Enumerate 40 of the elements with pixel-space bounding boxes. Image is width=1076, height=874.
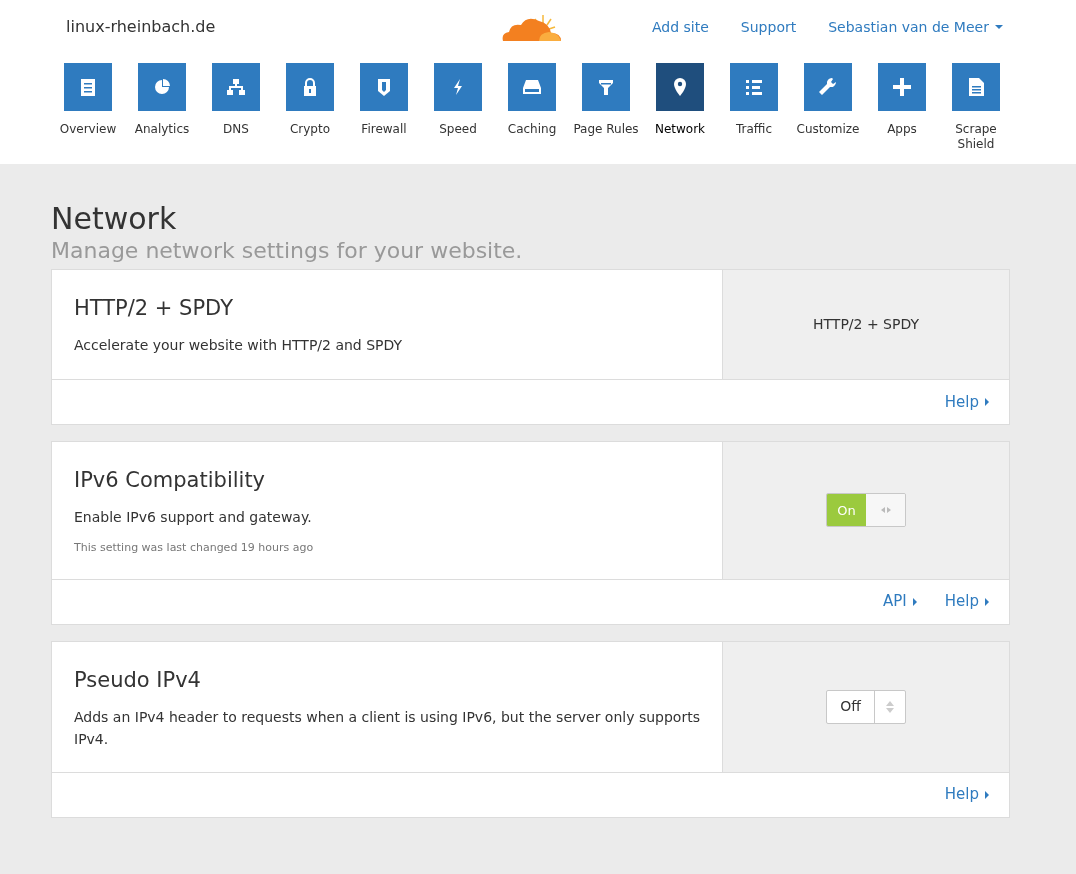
nav-tab[interactable]: Traffic xyxy=(717,63,791,152)
caret-right-icon xyxy=(912,597,917,606)
caret-right-icon xyxy=(985,790,989,799)
setting-value: HTTP/2 + SPDY xyxy=(813,315,919,334)
footer-link[interactable]: Help xyxy=(944,783,989,806)
card-title: Pseudo IPv4 xyxy=(74,666,202,694)
nav-tab[interactable]: Speed xyxy=(421,63,495,152)
handle-arrows-icon xyxy=(880,507,891,514)
footer-link[interactable]: Help xyxy=(944,590,989,613)
nav-tab[interactable]: Firewall xyxy=(347,63,421,152)
nav-tab[interactable]: Caching xyxy=(495,63,569,152)
plus-icon xyxy=(890,75,914,99)
header-link[interactable]: Support xyxy=(740,16,797,38)
caret-right-icon xyxy=(985,398,989,406)
card-description: Adds an IPv4 header to requests when a client is using IPv6, but the server only supports IPv4. xyxy=(74,707,700,749)
page-title: Network xyxy=(51,202,178,236)
footer-link[interactable]: Help xyxy=(944,390,989,414)
card-description: Accelerate your website with HTTP/2 and SPDY xyxy=(74,336,404,355)
sort-arrows-icon xyxy=(886,700,894,713)
nav-tab[interactable]: Crypto xyxy=(273,63,347,152)
nav-tab[interactable]: Customize xyxy=(791,63,865,152)
page-subtitle: Manage network settings for your website. xyxy=(51,237,524,265)
caret-icon xyxy=(994,25,1003,29)
caret-right-icon xyxy=(985,597,989,606)
nav-tab[interactable]: Overview xyxy=(51,63,125,152)
footer-link[interactable]: API xyxy=(883,590,917,613)
select-dropdown[interactable]: Off xyxy=(826,689,906,724)
nav-tab[interactable]: Scrape Shield xyxy=(939,63,1013,152)
header-link[interactable]: Add site xyxy=(652,16,709,38)
card-title: IPv6 Compatibility xyxy=(74,467,267,494)
user-menu[interactable]: Sebastian van de Meer xyxy=(828,16,1003,38)
site-name: linux-rheinbach.de xyxy=(66,16,217,38)
card-description: Enable IPv6 support and gateway. xyxy=(74,508,313,527)
last-changed-note: This setting was last changed 19 hours ago xyxy=(74,540,315,556)
nav-tab[interactable]: Page Rules xyxy=(569,63,643,152)
nav-tab[interactable]: Analytics xyxy=(125,63,199,152)
nav-tab[interactable]: DNS xyxy=(199,63,273,152)
nav-tab[interactable]: Network xyxy=(643,63,717,152)
card-title: HTTP/2 + SPDY xyxy=(74,295,234,322)
nav-tab[interactable]: Apps xyxy=(865,63,939,152)
